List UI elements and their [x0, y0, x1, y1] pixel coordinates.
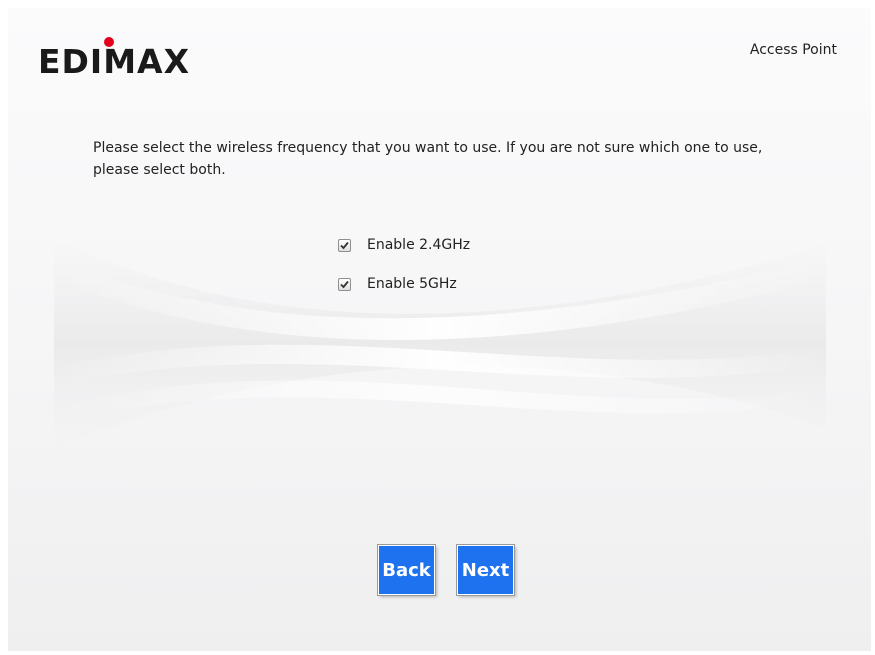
enable-5ghz-label: Enable 5GHz — [367, 276, 457, 292]
enable-2-4ghz-checkbox[interactable] — [338, 238, 351, 252]
checkmark-icon — [340, 241, 349, 249]
content-panel: EDIMAX Access Point Please select the wi… — [8, 8, 871, 651]
svg-text:EDIMAX: EDIMAX — [38, 42, 190, 76]
enable-2-4ghz-label: Enable 2.4GHz — [367, 237, 471, 253]
edimax-logo: EDIMAX — [38, 36, 213, 81]
next-button[interactable]: Next — [457, 545, 514, 595]
checkmark-icon — [340, 280, 349, 288]
setup-wizard-page: EDIMAX Access Point Please select the wi… — [0, 0, 875, 655]
back-button[interactable]: Back — [378, 545, 435, 595]
enable-5ghz-option[interactable]: Enable 5GHz — [338, 274, 470, 294]
frequency-options: Enable 2.4GHz Enable 5GHz — [338, 235, 470, 313]
enable-2-4ghz-option[interactable]: Enable 2.4GHz — [338, 235, 470, 255]
instruction-text: Please select the wireless frequency tha… — [93, 140, 763, 178]
enable-5ghz-checkbox[interactable] — [338, 277, 351, 291]
mode-label: Access Point — [749, 42, 837, 58]
navigation-buttons: Back Next — [378, 545, 536, 595]
